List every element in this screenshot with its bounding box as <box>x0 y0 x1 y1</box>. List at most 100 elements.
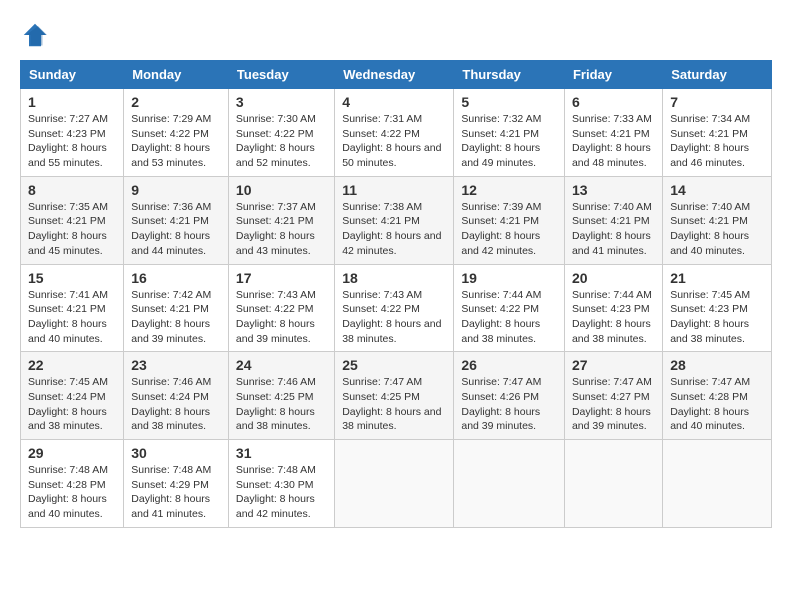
day-cell: 16 Sunrise: 7:42 AMSunset: 4:21 PMDaylig… <box>124 264 229 352</box>
day-info: Sunrise: 7:47 AMSunset: 4:26 PMDaylight:… <box>461 375 557 434</box>
day-number: 27 <box>572 357 655 373</box>
day-number: 14 <box>670 182 764 198</box>
day-info: Sunrise: 7:46 AMSunset: 4:25 PMDaylight:… <box>236 375 327 434</box>
day-cell <box>564 440 662 528</box>
day-cell: 10 Sunrise: 7:37 AMSunset: 4:21 PMDaylig… <box>228 176 334 264</box>
day-info: Sunrise: 7:48 AMSunset: 4:30 PMDaylight:… <box>236 463 327 522</box>
day-cell <box>663 440 772 528</box>
day-info: Sunrise: 7:31 AMSunset: 4:22 PMDaylight:… <box>342 112 446 171</box>
day-cell: 3 Sunrise: 7:30 AMSunset: 4:22 PMDayligh… <box>228 89 334 177</box>
day-cell: 23 Sunrise: 7:46 AMSunset: 4:24 PMDaylig… <box>124 352 229 440</box>
col-header-sunday: Sunday <box>21 61 124 89</box>
day-number: 30 <box>131 445 221 461</box>
day-cell: 27 Sunrise: 7:47 AMSunset: 4:27 PMDaylig… <box>564 352 662 440</box>
day-cell: 18 Sunrise: 7:43 AMSunset: 4:22 PMDaylig… <box>335 264 454 352</box>
day-number: 1 <box>28 94 116 110</box>
day-cell: 21 Sunrise: 7:45 AMSunset: 4:23 PMDaylig… <box>663 264 772 352</box>
day-info: Sunrise: 7:48 AMSunset: 4:29 PMDaylight:… <box>131 463 221 522</box>
day-cell: 22 Sunrise: 7:45 AMSunset: 4:24 PMDaylig… <box>21 352 124 440</box>
day-number: 22 <box>28 357 116 373</box>
header-row: SundayMondayTuesdayWednesdayThursdayFrid… <box>21 61 772 89</box>
day-cell: 30 Sunrise: 7:48 AMSunset: 4:29 PMDaylig… <box>124 440 229 528</box>
day-info: Sunrise: 7:29 AMSunset: 4:22 PMDaylight:… <box>131 112 221 171</box>
col-header-wednesday: Wednesday <box>335 61 454 89</box>
week-row-3: 15 Sunrise: 7:41 AMSunset: 4:21 PMDaylig… <box>21 264 772 352</box>
day-number: 3 <box>236 94 327 110</box>
day-number: 10 <box>236 182 327 198</box>
day-cell: 4 Sunrise: 7:31 AMSunset: 4:22 PMDayligh… <box>335 89 454 177</box>
day-number: 26 <box>461 357 557 373</box>
day-number: 6 <box>572 94 655 110</box>
day-info: Sunrise: 7:46 AMSunset: 4:24 PMDaylight:… <box>131 375 221 434</box>
day-number: 25 <box>342 357 446 373</box>
day-number: 16 <box>131 270 221 286</box>
day-number: 19 <box>461 270 557 286</box>
day-number: 29 <box>28 445 116 461</box>
day-number: 9 <box>131 182 221 198</box>
logo-icon <box>20 20 50 50</box>
day-cell <box>335 440 454 528</box>
day-cell: 8 Sunrise: 7:35 AMSunset: 4:21 PMDayligh… <box>21 176 124 264</box>
day-cell: 12 Sunrise: 7:39 AMSunset: 4:21 PMDaylig… <box>454 176 565 264</box>
day-number: 21 <box>670 270 764 286</box>
day-number: 7 <box>670 94 764 110</box>
day-cell: 1 Sunrise: 7:27 AMSunset: 4:23 PMDayligh… <box>21 89 124 177</box>
day-cell: 19 Sunrise: 7:44 AMSunset: 4:22 PMDaylig… <box>454 264 565 352</box>
day-info: Sunrise: 7:32 AMSunset: 4:21 PMDaylight:… <box>461 112 557 171</box>
day-info: Sunrise: 7:27 AMSunset: 4:23 PMDaylight:… <box>28 112 116 171</box>
day-cell: 24 Sunrise: 7:46 AMSunset: 4:25 PMDaylig… <box>228 352 334 440</box>
calendar-table: SundayMondayTuesdayWednesdayThursdayFrid… <box>20 60 772 528</box>
day-cell: 9 Sunrise: 7:36 AMSunset: 4:21 PMDayligh… <box>124 176 229 264</box>
day-cell: 25 Sunrise: 7:47 AMSunset: 4:25 PMDaylig… <box>335 352 454 440</box>
day-info: Sunrise: 7:39 AMSunset: 4:21 PMDaylight:… <box>461 200 557 259</box>
day-number: 12 <box>461 182 557 198</box>
day-number: 8 <box>28 182 116 198</box>
day-info: Sunrise: 7:48 AMSunset: 4:28 PMDaylight:… <box>28 463 116 522</box>
day-info: Sunrise: 7:35 AMSunset: 4:21 PMDaylight:… <box>28 200 116 259</box>
calendar-header: SundayMondayTuesdayWednesdayThursdayFrid… <box>21 61 772 89</box>
day-number: 31 <box>236 445 327 461</box>
day-number: 13 <box>572 182 655 198</box>
day-info: Sunrise: 7:37 AMSunset: 4:21 PMDaylight:… <box>236 200 327 259</box>
day-cell: 2 Sunrise: 7:29 AMSunset: 4:22 PMDayligh… <box>124 89 229 177</box>
day-cell: 31 Sunrise: 7:48 AMSunset: 4:30 PMDaylig… <box>228 440 334 528</box>
week-row-1: 1 Sunrise: 7:27 AMSunset: 4:23 PMDayligh… <box>21 89 772 177</box>
day-number: 2 <box>131 94 221 110</box>
day-info: Sunrise: 7:40 AMSunset: 4:21 PMDaylight:… <box>572 200 655 259</box>
day-cell: 11 Sunrise: 7:38 AMSunset: 4:21 PMDaylig… <box>335 176 454 264</box>
day-cell: 29 Sunrise: 7:48 AMSunset: 4:28 PMDaylig… <box>21 440 124 528</box>
week-row-5: 29 Sunrise: 7:48 AMSunset: 4:28 PMDaylig… <box>21 440 772 528</box>
day-cell: 13 Sunrise: 7:40 AMSunset: 4:21 PMDaylig… <box>564 176 662 264</box>
day-cell: 5 Sunrise: 7:32 AMSunset: 4:21 PMDayligh… <box>454 89 565 177</box>
day-number: 28 <box>670 357 764 373</box>
day-cell: 6 Sunrise: 7:33 AMSunset: 4:21 PMDayligh… <box>564 89 662 177</box>
day-number: 15 <box>28 270 116 286</box>
day-cell: 17 Sunrise: 7:43 AMSunset: 4:22 PMDaylig… <box>228 264 334 352</box>
day-info: Sunrise: 7:43 AMSunset: 4:22 PMDaylight:… <box>236 288 327 347</box>
day-number: 18 <box>342 270 446 286</box>
day-info: Sunrise: 7:42 AMSunset: 4:21 PMDaylight:… <box>131 288 221 347</box>
day-cell: 14 Sunrise: 7:40 AMSunset: 4:21 PMDaylig… <box>663 176 772 264</box>
day-info: Sunrise: 7:45 AMSunset: 4:23 PMDaylight:… <box>670 288 764 347</box>
day-number: 4 <box>342 94 446 110</box>
day-info: Sunrise: 7:33 AMSunset: 4:21 PMDaylight:… <box>572 112 655 171</box>
day-cell: 20 Sunrise: 7:44 AMSunset: 4:23 PMDaylig… <box>564 264 662 352</box>
day-cell: 26 Sunrise: 7:47 AMSunset: 4:26 PMDaylig… <box>454 352 565 440</box>
calendar-body: 1 Sunrise: 7:27 AMSunset: 4:23 PMDayligh… <box>21 89 772 528</box>
day-info: Sunrise: 7:34 AMSunset: 4:21 PMDaylight:… <box>670 112 764 171</box>
col-header-saturday: Saturday <box>663 61 772 89</box>
day-number: 23 <box>131 357 221 373</box>
day-number: 24 <box>236 357 327 373</box>
page-header <box>20 20 772 50</box>
day-info: Sunrise: 7:30 AMSunset: 4:22 PMDaylight:… <box>236 112 327 171</box>
day-info: Sunrise: 7:43 AMSunset: 4:22 PMDaylight:… <box>342 288 446 347</box>
col-header-monday: Monday <box>124 61 229 89</box>
day-cell: 28 Sunrise: 7:47 AMSunset: 4:28 PMDaylig… <box>663 352 772 440</box>
day-info: Sunrise: 7:45 AMSunset: 4:24 PMDaylight:… <box>28 375 116 434</box>
day-info: Sunrise: 7:40 AMSunset: 4:21 PMDaylight:… <box>670 200 764 259</box>
week-row-4: 22 Sunrise: 7:45 AMSunset: 4:24 PMDaylig… <box>21 352 772 440</box>
day-info: Sunrise: 7:44 AMSunset: 4:23 PMDaylight:… <box>572 288 655 347</box>
day-cell: 7 Sunrise: 7:34 AMSunset: 4:21 PMDayligh… <box>663 89 772 177</box>
day-info: Sunrise: 7:44 AMSunset: 4:22 PMDaylight:… <box>461 288 557 347</box>
day-number: 5 <box>461 94 557 110</box>
